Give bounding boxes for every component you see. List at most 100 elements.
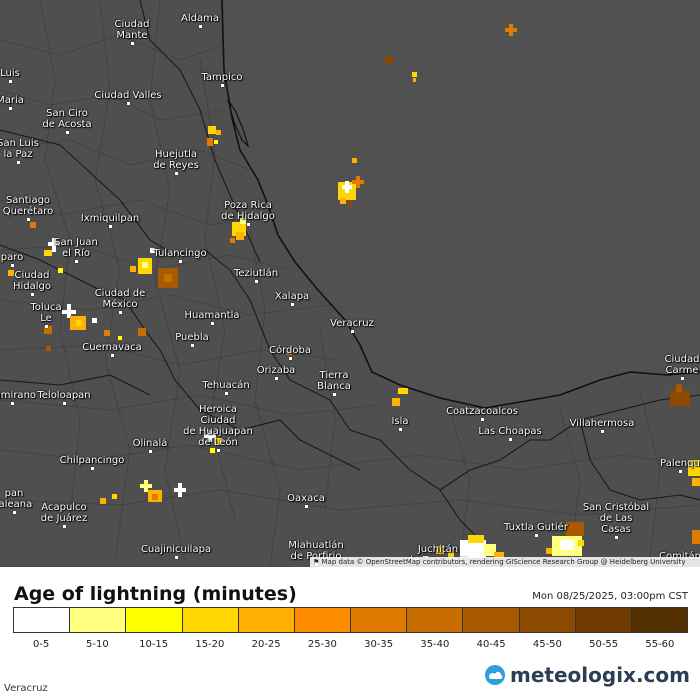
map-attribution: ⚑ Map data © OpenStreetMap contributors,… — [310, 557, 700, 567]
city-label-altamirano: ltamirano — [0, 390, 37, 401]
legend-swatch-11 — [631, 608, 688, 632]
city-marker-icon — [63, 402, 66, 405]
city-label-oaxaca: Oaxaca — [287, 493, 325, 504]
strike-cluster-isla — [392, 388, 408, 406]
city-marker-icon — [149, 450, 152, 453]
brand-logo[interactable]: meteologix.com — [484, 663, 690, 687]
city-marker-icon — [131, 42, 134, 45]
city-label-chilpancingo: Chilpancingo — [59, 455, 125, 466]
legend-label-1: 5-10 — [86, 639, 109, 650]
city-label-huamantla: Huamantla — [184, 310, 240, 321]
city-marker-icon — [111, 354, 114, 357]
legend-swatch-7 — [407, 608, 464, 632]
city-label-puebla: Puebla — [175, 332, 209, 343]
city-label-santiago-queretaro: Santiago Querétaro — [2, 195, 54, 217]
city-marker-icon — [305, 505, 308, 508]
attribution-text: Map data © OpenStreetMap contributors, r… — [321, 558, 686, 566]
strike-cluster-gulf-north — [352, 24, 517, 163]
city-marker-icon — [45, 325, 48, 328]
city-marker-icon — [199, 25, 202, 28]
legend-label-8: 40-45 — [476, 639, 506, 650]
city-label-orizaba: Orizaba — [256, 365, 296, 376]
city-marker-icon — [289, 357, 292, 360]
city-label-huejutla: Huejutla de Reyes — [153, 149, 199, 171]
city-marker-icon — [247, 223, 250, 226]
city-marker-icon — [109, 225, 112, 228]
city-marker-icon — [399, 428, 402, 431]
city-label-cuernavaca: Cuernavaca — [82, 342, 142, 353]
city-label-poza-rica: Poza Rica de Hidalgo — [221, 200, 275, 222]
region-label: Veracruz — [4, 683, 48, 694]
city-label-tampico: Tampico — [201, 72, 243, 83]
city-label-ciudad-valles: Ciudad Valles — [94, 90, 162, 101]
city-label-palenque: Palenqu — [660, 458, 700, 469]
legend-swatch-1 — [70, 608, 127, 632]
strike-cluster-huejutla — [207, 126, 221, 146]
city-label-tierra-blanca: Tierra Blanca — [317, 370, 351, 392]
city-marker-icon — [535, 534, 538, 537]
city-label-cuajinicuilapa: Cuajinicuilapa — [140, 544, 212, 555]
city-label-san-luis-la-paz: San Luis la Paz — [0, 138, 39, 160]
city-marker-icon — [13, 511, 16, 514]
city-label-coatzacoalcos: Coatzacoalcos — [446, 406, 518, 417]
legend-swatch-3 — [182, 608, 239, 632]
city-label-cordoba: Córdoba — [269, 345, 311, 356]
city-marker-icon — [681, 377, 684, 380]
legend-label-9: 45-50 — [532, 639, 562, 650]
legend-label-4: 20-25 — [251, 639, 281, 650]
city-marker-icon — [615, 536, 618, 539]
legend-swatch-9 — [519, 608, 576, 632]
city-marker-icon — [481, 418, 484, 421]
city-label-ciudad-de-mexico: Ciudad de México — [94, 288, 146, 310]
city-marker-icon — [211, 322, 214, 325]
timestamp: Mon 08/25/2025, 03:00pm CST — [532, 591, 688, 602]
legend-label-0: 0-5 — [32, 639, 50, 650]
city-label-iguala: Olinalá — [132, 438, 168, 449]
city-marker-icon — [11, 402, 14, 405]
legend-label-2: 10-15 — [139, 639, 169, 650]
legend-swatch-8 — [463, 608, 520, 632]
city-label-paro: paro — [0, 252, 24, 263]
legend-swatch-10 — [575, 608, 632, 632]
city-label-teziutlan: Teziutlán — [233, 268, 279, 279]
city-marker-icon — [63, 525, 66, 528]
legend-label-5: 25-30 — [307, 639, 337, 650]
city-marker-icon — [679, 470, 682, 473]
legend-label-7: 35-40 — [420, 639, 450, 650]
city-label-las-choapas: Las Choapas — [478, 426, 542, 437]
city-marker-icon — [66, 131, 69, 134]
city-label-veracruz: Veracruz — [330, 318, 374, 329]
city-label-tulancingo: Tulancingo — [153, 248, 207, 259]
city-marker-icon — [11, 264, 14, 267]
city-label-tuxtla: Tuxtla Gutiér — [504, 522, 568, 533]
lightning-map[interactable]: Aldama Ciudad Mante Tampico Luis Maria Ciudad … — [0, 0, 700, 567]
legend-label-3: 15-20 — [195, 639, 225, 650]
city-marker-icon — [17, 161, 20, 164]
city-marker-icon — [175, 556, 178, 559]
city-marker-icon — [191, 344, 194, 347]
city-label-xalapa: Xalapa — [274, 291, 310, 302]
city-marker-icon — [91, 467, 94, 470]
city-label-maria: Maria — [0, 95, 24, 106]
city-marker-icon — [291, 303, 294, 306]
city-marker-icon — [31, 293, 34, 296]
legend-label-10: 50-55 — [589, 639, 619, 650]
city-label-toluca: Toluca Le — [30, 302, 62, 324]
city-marker-icon — [9, 80, 12, 83]
legend-swatch-4 — [238, 608, 295, 632]
city-label-heroica-huajuapan: Heroica Ciudad de Huajuapan de León — [183, 404, 253, 448]
legend-swatch-5 — [294, 608, 352, 632]
city-label-ciudad-carmen: Ciudad Carme — [664, 354, 700, 376]
legend-title: Age of lightning (minutes) — [14, 583, 297, 605]
city-label-villahermosa: Villahermosa — [569, 418, 635, 429]
legend-color-scale — [13, 607, 688, 633]
city-label-san-ciro: San Ciro de Acosta — [42, 108, 92, 130]
meteologix-logo-icon — [485, 665, 506, 685]
legend-swatch-0 — [14, 608, 71, 632]
legend-label-11: 55-60 — [645, 639, 675, 650]
city-marker-icon — [601, 430, 604, 433]
city-marker-icon — [119, 311, 122, 314]
city-marker-icon — [351, 330, 354, 333]
strike-cluster-acapulco — [100, 480, 186, 504]
legend-swatch-2 — [126, 608, 183, 632]
